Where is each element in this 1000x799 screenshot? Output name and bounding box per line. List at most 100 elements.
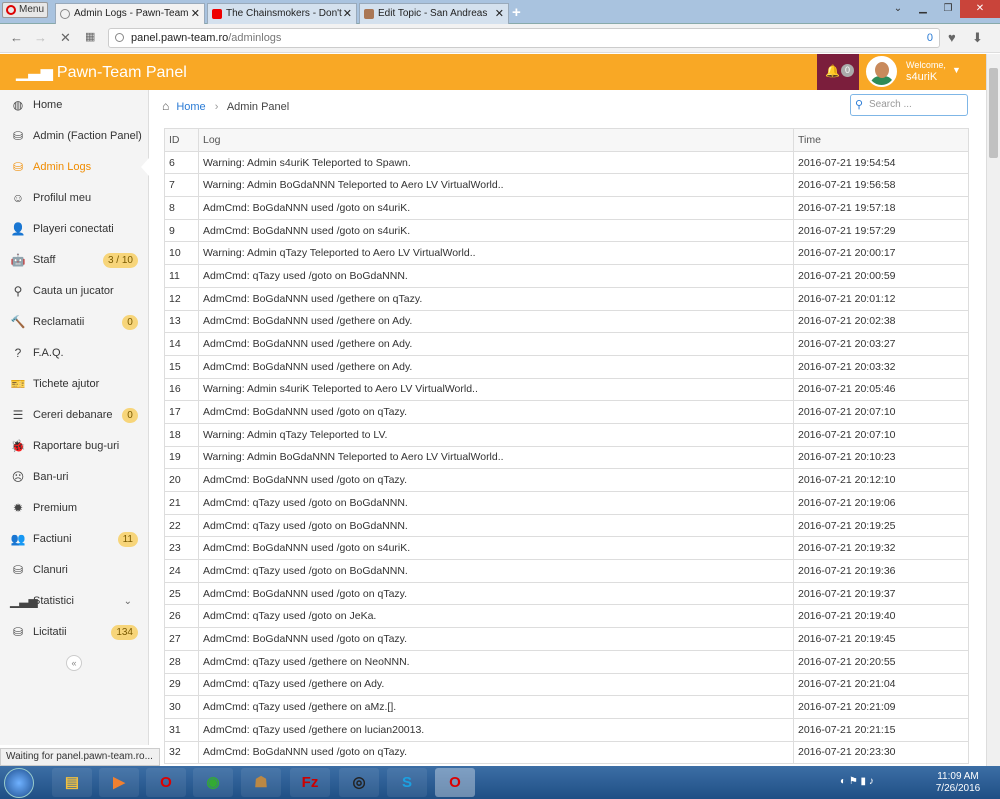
opera-taskbar-button[interactable]: O [146,768,186,797]
opera-logo-icon [6,5,16,15]
gavel-icon: 🔨 [10,315,26,329]
dashboard-icon: ◍ [12,98,24,112]
back-arrow-icon[interactable]: ← [10,30,23,45]
ad-block-counter[interactable]: 0 [927,29,933,47]
speed-dial-grid-icon[interactable]: ▦ [85,30,95,43]
sidebar-item-label: Licitatii [33,626,67,638]
system-tray-icons[interactable]: ◐ ⚑ ▮ ♪ [840,776,874,787]
chrome-taskbar-button[interactable]: ◉ [193,768,233,797]
sidebar-item-cereri-debanare[interactable]: ☰ Cereri debanare 0 [0,400,148,431]
table-row: 31 AdmCmd: qTazy used /gethere on lucian2… [164,717,969,742]
page-scrollbar[interactable] [986,54,1000,766]
column-header-id[interactable]: ID [164,128,199,152]
table-row: 14 AdmCmd: BoGdaNNN used /gethere on Ady.… [164,332,969,356]
sidebar-item-cauta-un-jucator[interactable]: ⚲ Cauta un jucator [0,276,148,307]
url-path: /adminlogs [228,32,282,44]
sidebar-item-home[interactable]: ◍ Home [0,90,148,121]
sidebar-item-tichete-ajutor[interactable]: 🎫 Tichete ajutor [0,369,148,400]
table-row: 21 AdmCmd: qTazy used /goto on BoGdaNNN. 2… [164,491,969,515]
close-tab-icon[interactable]: ✕ [191,4,200,24]
filezilla-taskbar-button[interactable]: Fz [290,768,330,797]
sidebar-item-ban-uri[interactable]: ☹ Ban-uri [0,462,148,493]
cell-time: 2016-07-21 20:01:12 [793,286,969,311]
cell-log: AdmCmd: qTazy used /gethere on NeoNNN. [198,649,794,674]
cog-icon: ✹ [12,501,24,515]
table-row: 23 AdmCmd: BoGdaNNN used /goto on s4uriK.… [164,536,969,561]
skype-taskbar-button[interactable]: S [387,768,427,797]
cell-time: 2016-07-21 20:19:37 [793,581,969,606]
opera-menu-button[interactable]: Menu [2,2,48,18]
table-row: 24 AdmCmd: qTazy used /goto on BoGdaNNN. 2… [164,559,969,583]
notifications-button[interactable]: 🔔 0 [817,54,859,90]
cell-log: AdmCmd: BoGdaNNN used /goto on qTazy. [198,581,794,606]
user-menu[interactable]: Welcome, s4uriK ▼ [862,54,972,90]
tab-title: The Chainsmokers - Don't [226,8,342,19]
column-header-time[interactable]: Time [793,128,969,152]
table-row: 6 Warning: Admin s4uriK Teleported to Spa… [164,150,969,175]
windows-taskbar: ▤ ▶ O ◉ ☗ Fz ◎ S O ◐ ⚑ ▮ ♪ 11:09 AM 7/26/2016 [0,766,1000,799]
sidebar-item-f-a-q[interactable]: ? F.A.Q. [0,338,148,369]
collapse-sidebar-button[interactable]: « [66,655,82,671]
site-info-icon[interactable] [115,33,124,42]
browser-tab-edit-topic[interactable]: Edit Topic - San Andreas ✕ [359,3,509,24]
sidebar-item-reclamatii[interactable]: 🔨 Reclamatii 0 [0,307,148,338]
sidebar-item-raportare-bug-uri[interactable]: 🐞 Raportare bug-uri [0,431,148,462]
stop-loading-icon[interactable]: ✕ [60,30,71,46]
url-field[interactable]: panel.pawn-team.ro/adminlogs 0 [108,28,940,48]
sidebar-item-profilul-meu[interactable]: ☺ Profilul meu [0,183,148,214]
browser-tab-youtube[interactable]: The Chainsmokers - Don't ✕ [207,3,357,24]
cell-id: 20 [164,468,199,492]
media-player-taskbar-button[interactable]: ▶ [99,768,139,797]
cell-id: 28 [164,649,199,674]
forum-icon [364,9,374,19]
maximize-button[interactable]: ❐ [936,0,960,18]
sidebar-item-staff[interactable]: 🤖 Staff 3 / 10 [0,245,148,276]
sidebar-item-premium[interactable]: ✹ Premium [0,493,148,524]
opera-active-taskbar-button[interactable]: O [435,768,475,797]
taskbar-clock[interactable]: 11:09 AM 7/26/2016 [928,771,988,795]
sidebar-item-label: Ban-uri [33,471,69,483]
caret-down-icon: ▼ [952,65,961,75]
cell-time: 2016-07-21 20:19:25 [793,513,969,538]
sidebar-item-admin-faction-panel[interactable]: ⛁ Admin (Faction Panel) [0,121,148,152]
game-taskbar-button[interactable]: ☗ [241,768,281,797]
sidebar-item-admin-logs[interactable]: ⛁ Admin Logs [0,152,149,183]
search-input[interactable]: ⚲ Search ... [850,94,968,116]
close-window-button[interactable]: ✕ [960,0,1000,18]
table-row: 20 AdmCmd: BoGdaNNN used /goto on qTazy. 2… [164,468,969,492]
cell-id: 29 [164,672,199,697]
table-row: 27 AdmCmd: BoGdaNNN used /goto on qTazy. 2… [164,627,969,651]
brand-logo[interactable]: ▁▃▅ Pawn-Team Panel [16,62,187,82]
sidebar-item-factiuni[interactable]: 👥 Factiuni 11 [0,524,148,555]
cell-log: AdmCmd: BoGdaNNN used /gethere on Ady. [198,309,794,334]
cell-log: AdmCmd: qTazy used /goto on BoGdaNNN. [198,559,794,583]
chevron-down-icon[interactable]: ⌄ [124,586,132,617]
start-button[interactable] [4,768,34,798]
sidebar-item-playeri-conectati[interactable]: 👤 Playeri conectati [0,214,148,245]
sidebar-item-clanuri[interactable]: ⛁ Clanuri [0,555,148,586]
cell-id: 9 [164,218,199,243]
obs-taskbar-button[interactable]: ◎ [339,768,379,797]
explorer-taskbar-button[interactable]: ▤ [52,768,92,797]
new-tab-button[interactable]: + [512,4,521,21]
downloads-icon[interactable]: ⬇ [972,30,983,46]
minimize-button[interactable]: ▁ [911,0,935,18]
forward-arrow-icon[interactable]: → [34,30,47,45]
sidebar: ◍ Home ⛁ Admin (Faction Panel) ⛁ Admin Logs ☺ P… [0,90,149,745]
sidebar-item-licitatii[interactable]: ⛁ Licitatii 134 [0,617,148,648]
cell-time: 2016-07-21 19:57:18 [793,196,969,220]
close-tab-icon[interactable]: ✕ [343,4,352,24]
cell-log: AdmCmd: BoGdaNNN used /goto on qTazy. [198,400,794,424]
sidebar-item-statistici[interactable]: ▁▃▅ Statistici ⌄ [0,586,148,617]
sidebar-item-label: Reclamatii [33,316,85,328]
scrollbar-thumb[interactable] [989,68,998,158]
cell-id: 10 [164,241,199,266]
heart-bookmark-icon[interactable]: ♥ [948,30,956,45]
column-header-log[interactable]: Log [198,128,794,152]
breadcrumb-home-link[interactable]: Home [176,101,205,113]
browser-tab-admin-logs[interactable]: Admin Logs - Pawn-Team ✕ [55,3,205,24]
table-row: 26 AdmCmd: qTazy used /goto on JeKa. 2016-… [164,604,969,629]
breadcrumb-separator: › [214,101,219,113]
close-tab-icon[interactable]: ✕ [495,4,504,24]
tab-menu-chevron-icon[interactable]: ⌄ [890,0,906,18]
